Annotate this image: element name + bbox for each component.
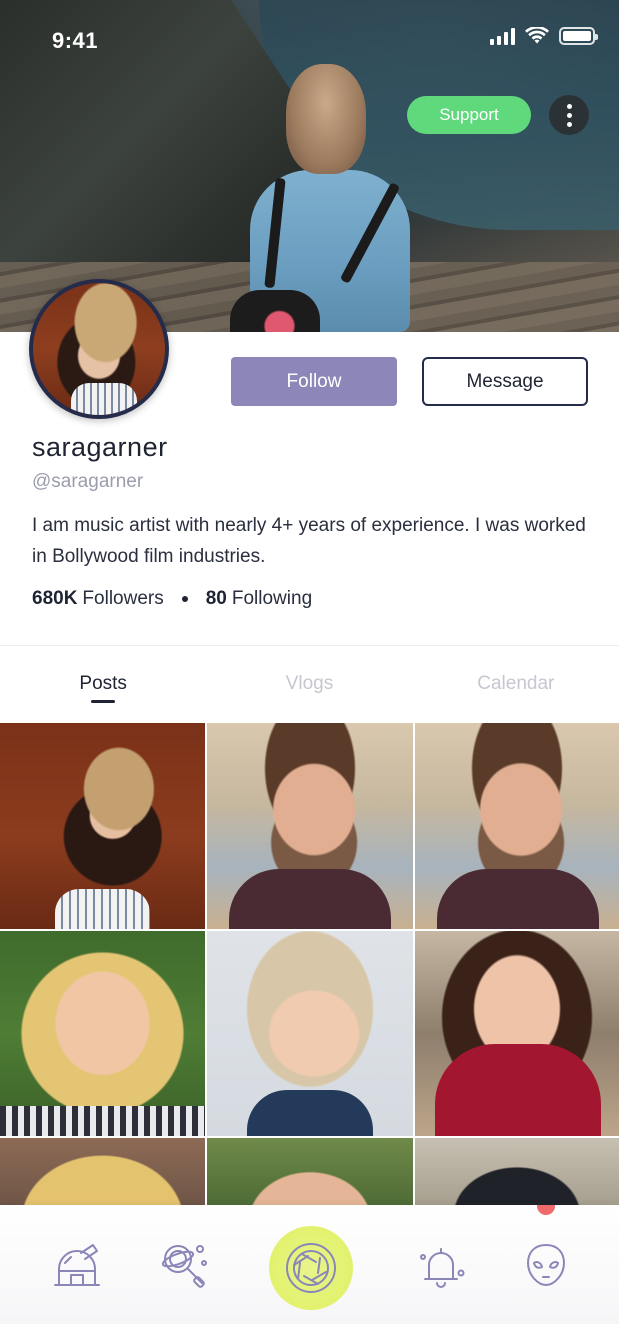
profile-bio: I am music artist with nearly 4+ years o… (32, 515, 586, 567)
post-thumbnail[interactable] (0, 1138, 205, 1208)
follow-button[interactable]: Follow (231, 357, 397, 406)
tab-calendar[interactable]: Calendar (413, 646, 619, 722)
notification-dot (537, 1205, 555, 1215)
status-time: 9:41 (52, 28, 99, 53)
support-button[interactable]: Support (407, 96, 531, 134)
following-count: 80 (205, 588, 227, 609)
bottom-nav (0, 1205, 619, 1324)
planet-search-icon (161, 1245, 207, 1288)
tab-active-indicator (91, 700, 116, 703)
nav-observatory[interactable] (49, 1237, 105, 1293)
camera-aperture-icon (286, 1243, 336, 1293)
post-thumbnail[interactable] (207, 723, 413, 929)
profile-stats: 680K Followers 80 Following (32, 588, 312, 610)
tab-vlogs[interactable]: Vlogs (206, 646, 412, 722)
tab-posts-label: Posts (79, 673, 127, 694)
posts-grid (0, 723, 619, 1208)
avatar[interactable] (29, 279, 169, 419)
post-thumbnail[interactable] (415, 1138, 619, 1208)
alien-icon (527, 1244, 565, 1286)
wifi-icon (525, 27, 549, 44)
profile-handle: @saragarner (32, 471, 144, 492)
more-vertical-icon (566, 103, 572, 109)
nav-profile[interactable] (518, 1237, 574, 1293)
following-stat[interactable]: 80 Following (206, 588, 312, 610)
profile-tabs: Posts Vlogs Calendar (0, 646, 619, 722)
notification-bell-icon (420, 1248, 465, 1288)
camera-button[interactable] (269, 1226, 353, 1310)
cellular-signal-icon (490, 27, 515, 45)
profile-display-name: saragarner (32, 432, 168, 462)
battery-icon (559, 27, 598, 45)
status-icons (490, 27, 598, 45)
cover-backpack (230, 290, 320, 332)
post-thumbnail[interactable] (0, 931, 205, 1136)
nav-notifications[interactable] (413, 1237, 469, 1293)
following-label: Following (231, 588, 313, 609)
post-thumbnail[interactable] (0, 723, 205, 929)
post-thumbnail[interactable] (415, 723, 619, 929)
observatory-icon (54, 1244, 100, 1286)
followers-count: 680K (32, 588, 78, 609)
tab-vlogs-label: Vlogs (285, 673, 334, 694)
more-options-button[interactable] (549, 95, 589, 135)
message-button[interactable]: Message (422, 357, 588, 406)
tab-calendar-label: Calendar (477, 673, 555, 694)
followers-label: Followers (82, 588, 164, 609)
cover-person (230, 60, 420, 332)
post-thumbnail[interactable] (207, 1138, 413, 1208)
nav-explore[interactable] (156, 1237, 212, 1293)
post-thumbnail[interactable] (207, 931, 413, 1136)
followers-stat[interactable]: 680K Followers (32, 588, 164, 610)
tab-posts[interactable]: Posts (0, 646, 206, 722)
post-thumbnail[interactable] (415, 931, 619, 1136)
cover-person-hair (286, 64, 366, 174)
separator-dot (181, 596, 188, 602)
